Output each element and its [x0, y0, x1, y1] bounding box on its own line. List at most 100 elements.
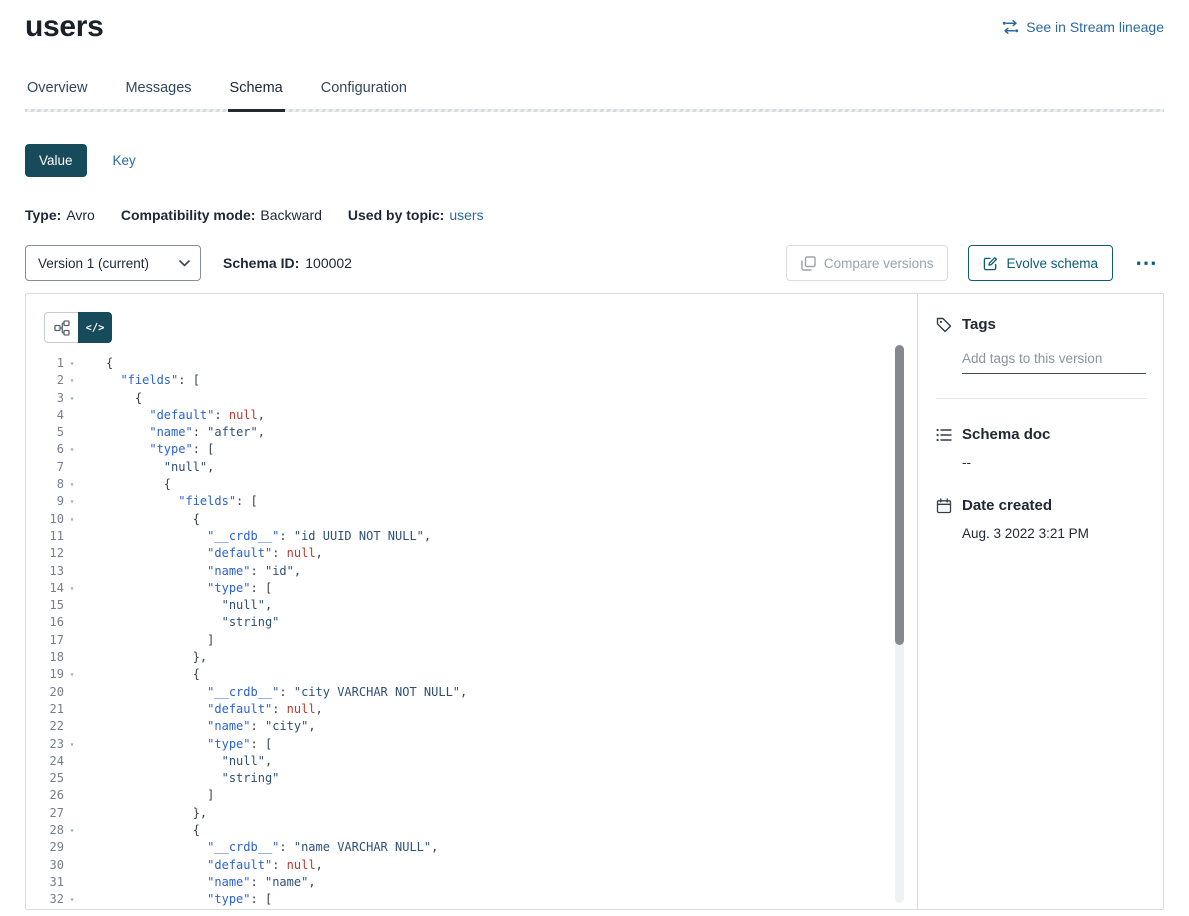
line-number: 6	[26, 441, 64, 458]
line-number: 24	[26, 753, 64, 770]
tab-configuration[interactable]: Configuration	[319, 76, 409, 112]
code-view-button[interactable]: </>	[78, 312, 112, 343]
sidebar-divider	[936, 398, 1147, 399]
code-text: "fields": [	[80, 372, 200, 389]
editor-view-toolbar: </>	[44, 312, 112, 343]
line-number: 5	[26, 424, 64, 441]
code-line: 21 "default": null,	[26, 701, 917, 718]
fold-toggle-icon[interactable]: ▾	[64, 441, 80, 458]
stream-lineage-link[interactable]: See in Stream lineage	[1002, 19, 1164, 35]
code-text: "string"	[80, 614, 279, 631]
line-number: 29	[26, 839, 64, 856]
code-text: ]	[80, 632, 214, 649]
fold-spacer	[64, 597, 80, 614]
code-text: {	[80, 822, 200, 839]
line-number: 22	[26, 718, 64, 735]
fold-toggle-icon[interactable]: ▾	[64, 580, 80, 597]
line-number: 14	[26, 580, 64, 597]
code-line: 3▾ {	[26, 390, 917, 407]
code-text: "__crdb__": "city VARCHAR NOT NULL",	[80, 684, 467, 701]
value-key-toggle: Value Key	[25, 144, 1164, 177]
meta-item: Compatibility mode:Backward	[121, 207, 322, 223]
code-text: "type": [	[80, 736, 272, 753]
schema-doc-value: --	[962, 455, 1147, 470]
line-number: 10	[26, 511, 64, 528]
meta-value: Backward	[260, 207, 321, 223]
meta-item: Type:Avro	[25, 207, 95, 223]
code-text: "type": [	[80, 441, 214, 458]
line-number: 30	[26, 857, 64, 874]
fold-toggle-icon[interactable]: ▾	[64, 390, 80, 407]
code-text: "name": "after",	[80, 424, 265, 441]
schema-doc-header: Schema doc	[936, 426, 1147, 443]
line-number: 3	[26, 390, 64, 407]
code-text: "name": "id",	[80, 563, 301, 580]
line-number: 26	[26, 787, 64, 804]
fold-spacer	[64, 563, 80, 580]
compare-versions-label: Compare versions	[824, 256, 934, 271]
meta-item: Used by topic: users	[348, 207, 484, 223]
fold-toggle-icon[interactable]: ▾	[64, 511, 80, 528]
add-tags-input[interactable]	[962, 351, 1146, 374]
meta-label: Compatibility mode:	[121, 207, 256, 223]
tab-overview[interactable]: Overview	[25, 76, 89, 112]
tag-icon	[936, 317, 952, 333]
fold-toggle-icon[interactable]: ▾	[64, 355, 80, 372]
line-number: 12	[26, 545, 64, 562]
evolve-schema-button[interactable]: Evolve schema	[968, 245, 1113, 281]
tree-view-button[interactable]	[44, 312, 78, 343]
fold-toggle-icon[interactable]: ▾	[64, 891, 80, 908]
chevron-down-icon	[179, 260, 190, 267]
compare-versions-button[interactable]: Compare versions	[786, 245, 949, 281]
line-number: 28	[26, 822, 64, 839]
line-number: 23	[26, 736, 64, 753]
value-toggle-button[interactable]: Value	[25, 144, 87, 177]
fold-spacer	[64, 718, 80, 735]
fold-spacer	[64, 459, 80, 476]
code-line: 4 "default": null,	[26, 407, 917, 424]
tab-messages[interactable]: Messages	[123, 76, 193, 112]
code-line: 7 "null",	[26, 459, 917, 476]
line-number: 18	[26, 649, 64, 666]
fold-toggle-icon[interactable]: ▾	[64, 736, 80, 753]
code-text: {	[80, 355, 113, 372]
key-toggle-button[interactable]: Key	[107, 152, 142, 169]
fold-toggle-icon[interactable]: ▾	[64, 493, 80, 510]
fold-spacer	[64, 528, 80, 545]
code-text: "name": "name",	[80, 874, 316, 891]
stream-lineage-icon	[1002, 20, 1019, 34]
topic-link[interactable]: users	[449, 207, 483, 223]
schema-id-label: Schema ID:	[223, 255, 299, 271]
more-actions-button[interactable]: ⋯	[1129, 251, 1164, 275]
fold-spacer	[64, 787, 80, 804]
tab-schema[interactable]: Schema	[228, 76, 285, 112]
code-line: 20 "__crdb__": "city VARCHAR NOT NULL",	[26, 684, 917, 701]
schema-doc-section: Schema doc --	[936, 426, 1147, 470]
fold-toggle-icon[interactable]: ▾	[64, 666, 80, 683]
code-text: "string"	[80, 770, 279, 787]
code-text: "name": "city",	[80, 718, 316, 735]
code-text: "default": null,	[80, 407, 265, 424]
code-text: {	[80, 476, 171, 493]
version-select[interactable]: Version 1 (current)	[25, 245, 201, 281]
editor-scrollbar	[895, 345, 904, 903]
code-line: 11 "__crdb__": "id UUID NOT NULL",	[26, 528, 917, 545]
line-number: 1	[26, 355, 64, 372]
code-text: "type": [	[80, 891, 272, 908]
fold-spacer	[64, 701, 80, 718]
code-line: 10▾ {	[26, 511, 917, 528]
scrollbar-thumb[interactable]	[895, 345, 904, 645]
fold-toggle-icon[interactable]: ▾	[64, 822, 80, 839]
meta-label: Used by topic:	[348, 207, 444, 223]
code-line: 22 "name": "city",	[26, 718, 917, 735]
meta-value: Avro	[66, 207, 95, 223]
code-line: 18 },	[26, 649, 917, 666]
schema-id: Schema ID: 100002	[223, 255, 352, 271]
page: users See in Stream lineage Overview Mess…	[0, 0, 1189, 910]
fold-toggle-icon[interactable]: ▾	[64, 372, 80, 389]
fold-spacer	[64, 407, 80, 424]
fold-toggle-icon[interactable]: ▾	[64, 476, 80, 493]
tags-section-header: Tags	[936, 316, 1147, 333]
fold-spacer	[64, 545, 80, 562]
code-text: "type": [	[80, 580, 272, 597]
